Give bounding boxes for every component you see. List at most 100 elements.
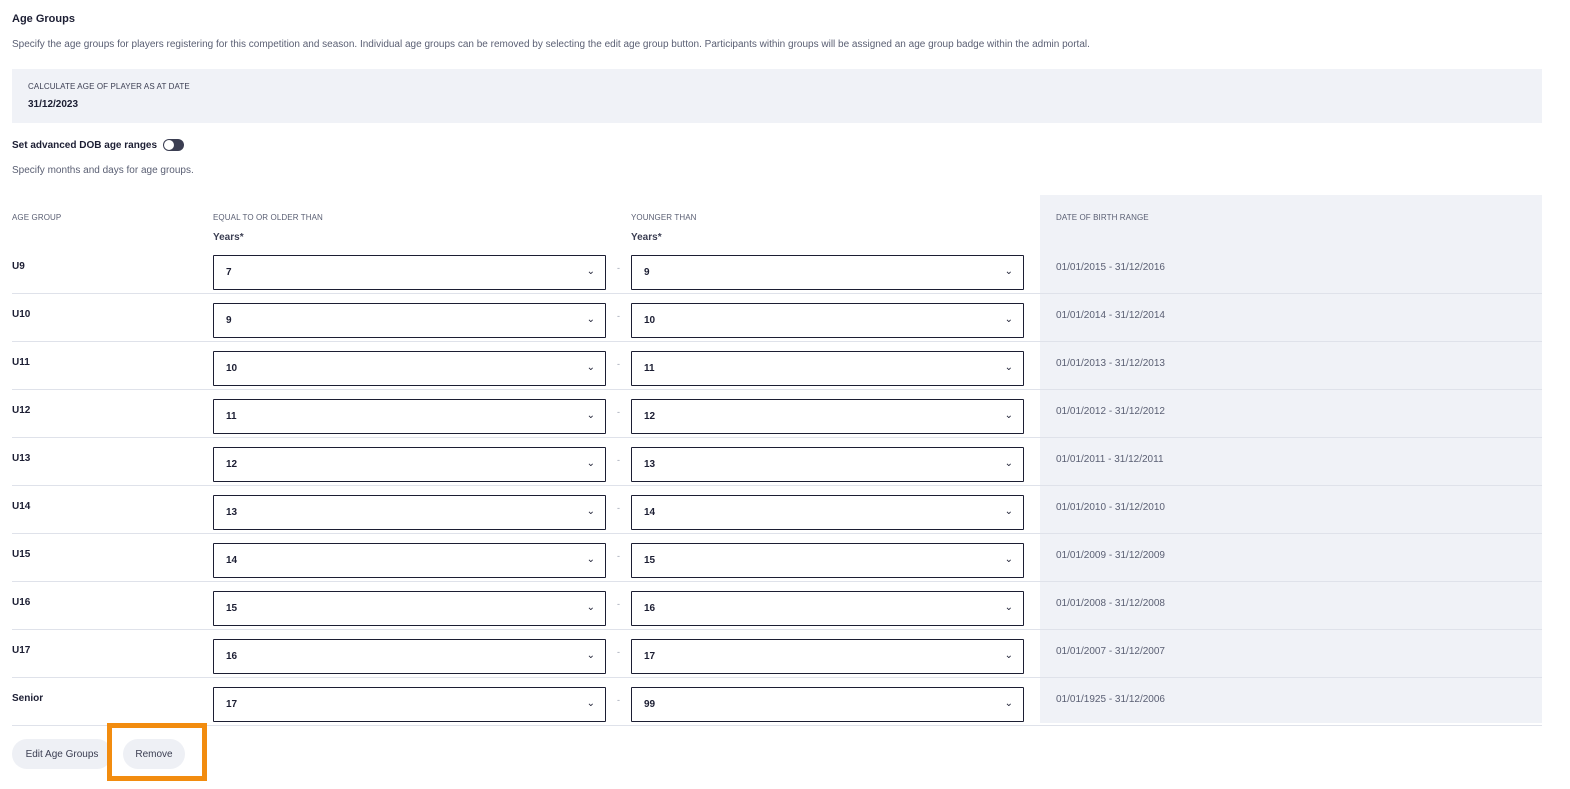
younger-than-select[interactable]: 13 ⌄ [631,447,1024,482]
chevron-down-icon: ⌄ [586,554,595,565]
younger-than-value: 13 [644,459,656,470]
younger-than-value: 17 [644,651,656,662]
range-separator: - [617,311,620,321]
age-group-label: U16 [12,597,31,608]
younger-than-select[interactable]: 11 ⌄ [631,351,1024,386]
older-than-select[interactable]: 9 ⌄ [213,303,606,338]
chevron-down-icon: ⌄ [586,362,595,373]
calculate-age-box[interactable]: CALCULATE AGE OF PLAYER AS AT DATE 31/12… [12,69,1542,123]
younger-than-value: 12 [644,411,656,422]
younger-than-select[interactable]: 14 ⌄ [631,495,1024,530]
age-group-row: U16 15 ⌄ - 16 ⌄ 01/01/2008 - 31/12/2008 [12,582,1542,630]
chevron-down-icon: ⌄ [586,266,595,277]
younger-than-select[interactable]: 99 ⌄ [631,687,1024,722]
younger-than-value: 16 [644,603,656,614]
older-than-value: 17 [226,699,238,710]
edit-age-groups-button[interactable]: Edit Age Groups [12,739,112,769]
older-than-years-label: Years* [213,232,244,243]
dob-range-value: 01/01/2013 - 31/12/2013 [1056,358,1165,369]
chevron-down-icon: ⌄ [1004,314,1013,325]
dob-range-value: 01/01/1925 - 31/12/2006 [1056,694,1165,705]
older-than-select[interactable]: 12 ⌄ [213,447,606,482]
older-than-select[interactable]: 13 ⌄ [213,495,606,530]
age-group-label: U15 [12,549,31,560]
younger-than-select[interactable]: 16 ⌄ [631,591,1024,626]
dob-range-value: 01/01/2008 - 31/12/2008 [1056,598,1165,609]
section-title: Age Groups [12,13,75,25]
chevron-down-icon: ⌄ [1004,698,1013,709]
chevron-down-icon: ⌄ [1004,602,1013,613]
chevron-down-icon: ⌄ [586,458,595,469]
advanced-dob-row: Set advanced DOB age ranges [12,139,185,151]
younger-than-select[interactable]: 10 ⌄ [631,303,1024,338]
range-separator: - [617,695,620,705]
younger-than-select[interactable]: 12 ⌄ [631,399,1024,434]
age-group-label: U17 [12,645,31,656]
older-than-select[interactable]: 10 ⌄ [213,351,606,386]
age-group-row: U17 16 ⌄ - 17 ⌄ 01/01/2007 - 31/12/2007 [12,630,1542,678]
age-groups-page: Age Groups Specify the age groups for pl… [0,0,1570,789]
advanced-dob-label: Set advanced DOB age ranges [12,139,158,151]
advanced-dob-toggle[interactable] [163,139,185,151]
dob-range-value: 01/01/2009 - 31/12/2009 [1056,550,1165,561]
age-group-row: Senior 17 ⌄ - 99 ⌄ 01/01/1925 - 31/12/2006 [12,678,1542,726]
younger-than-value: 15 [644,555,656,566]
chevron-down-icon: ⌄ [1004,650,1013,661]
range-separator: - [617,551,620,561]
older-than-value: 11 [226,411,237,422]
range-separator: - [617,407,620,417]
remove-button[interactable]: Remove [123,739,185,769]
chevron-down-icon: ⌄ [586,506,595,517]
age-group-row: U15 14 ⌄ - 15 ⌄ 01/01/2009 - 31/12/2009 [12,534,1542,582]
section-description: Specify the age groups for players regis… [12,39,1090,50]
younger-than-select[interactable]: 17 ⌄ [631,639,1024,674]
younger-than-select[interactable]: 9 ⌄ [631,255,1024,290]
younger-than-value: 10 [644,315,656,326]
younger-than-select[interactable]: 15 ⌄ [631,543,1024,578]
range-separator: - [617,599,620,609]
age-group-row: U9 7 ⌄ -9 ⌄ 01/01/2015 - 31/12/2016 [12,246,1542,294]
dob-range-value: 01/01/2011 - 31/12/2011 [1056,454,1164,465]
dob-range-value: 01/01/2014 - 31/12/2014 [1056,310,1165,321]
chevron-down-icon: ⌄ [1004,266,1013,277]
chevron-down-icon: ⌄ [1004,506,1013,517]
chevron-down-icon: ⌄ [1004,410,1013,421]
chevron-down-icon: ⌄ [1004,458,1013,469]
younger-than-value: 14 [644,507,656,518]
older-than-value: 10 [226,363,238,374]
older-than-value: 9 [226,315,232,326]
age-group-row: U10 9 ⌄ -10 ⌄ 01/01/2014 - 31/12/2014 [12,294,1542,342]
toggle-knob [164,140,175,150]
age-group-label: U11 [12,357,30,368]
older-than-value: 12 [226,459,238,470]
older-than-select[interactable]: 11 ⌄ [213,399,606,434]
chevron-down-icon: ⌄ [586,602,595,613]
younger-than-value: 99 [644,699,656,710]
dob-range-value: 01/01/2015 - 31/12/2016 [1056,262,1165,273]
age-group-label: U12 [12,405,31,416]
advanced-dob-description: Specify months and days for age groups. [12,165,194,176]
age-group-label: U10 [12,309,31,320]
older-than-select[interactable]: 17 ⌄ [213,687,606,722]
older-than-value: 13 [226,507,238,518]
calculate-age-label: CALCULATE AGE OF PLAYER AS AT DATE [28,82,190,91]
older-than-select[interactable]: 15 ⌄ [213,591,606,626]
younger-than-value: 9 [644,267,650,278]
age-group-label: U14 [12,501,31,512]
older-than-value: 16 [226,651,238,662]
chevron-down-icon: ⌄ [586,314,595,325]
age-group-row: U12 11 ⌄ - 12 ⌄ 01/01/2012 - 31/12/2012 [12,390,1542,438]
column-header-dob-range: DATE OF BIRTH RANGE [1056,213,1149,222]
range-separator: - [617,503,620,513]
age-group-label: U9 [12,261,25,272]
age-group-row: U14 13 ⌄ - 14 ⌄ 01/01/2010 - 31/12/2010 [12,486,1542,534]
older-than-select[interactable]: 14 ⌄ [213,543,606,578]
age-group-row: U11 10 ⌄ - 11 ⌄ 01/01/2013 - 31/12/2013 [12,342,1542,390]
chevron-down-icon: ⌄ [586,650,595,661]
older-than-select[interactable]: 7 ⌄ [213,255,606,290]
older-than-value: 15 [226,603,238,614]
younger-than-value: 11 [644,363,655,374]
calculate-age-value: 31/12/2023 [28,99,79,110]
range-separator: - [617,455,620,465]
older-than-select[interactable]: 16 ⌄ [213,639,606,674]
